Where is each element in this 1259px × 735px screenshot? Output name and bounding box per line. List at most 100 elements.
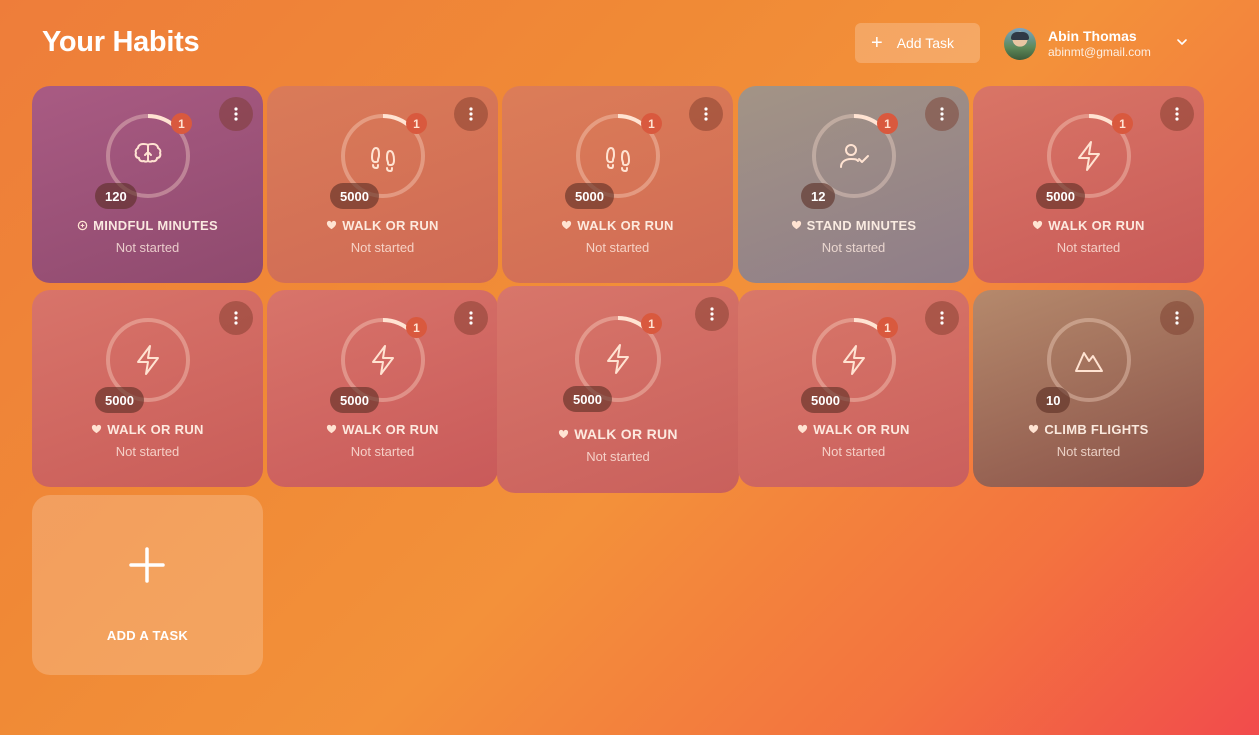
lightning-icon — [843, 345, 865, 375]
footprints-icon — [371, 147, 395, 172]
more-vertical-icon — [469, 311, 473, 325]
more-vertical-icon — [940, 311, 944, 325]
heart-icon — [791, 220, 801, 230]
habit-status: Not started — [821, 444, 886, 459]
habit-title: CLIMB FLIGHTS — [973, 422, 1204, 437]
more-vertical-icon — [940, 107, 944, 121]
habit-card[interactable]: 10 CLIMB FLIGHTS Not started — [973, 290, 1204, 487]
heart-icon — [559, 429, 569, 438]
habit-status: Not started — [585, 240, 650, 255]
habit-menu-button[interactable] — [219, 97, 253, 131]
chevron-down-icon[interactable] — [1174, 34, 1190, 50]
add-task-button[interactable]: + Add Task — [855, 23, 980, 63]
habit-name: CLIMB FLIGHTS — [1044, 422, 1149, 437]
lightning-icon — [1078, 141, 1100, 171]
goal-pill: 120 — [95, 183, 137, 209]
user-check-icon — [840, 144, 869, 168]
habit-title: MINDFUL MINUTES — [32, 218, 263, 233]
goal-pill: 5000 — [1036, 183, 1085, 209]
habit-status: Not started — [586, 449, 650, 464]
habit-name: WALK OR RUN — [342, 422, 439, 437]
lightning-icon — [372, 345, 394, 375]
habit-menu-button[interactable] — [219, 301, 253, 335]
habit-title: WALK OR RUN — [32, 422, 263, 437]
heart-icon — [798, 424, 808, 434]
habit-title: WALK OR RUN — [973, 218, 1204, 233]
plus-icon — [129, 547, 165, 583]
brain-icon — [134, 143, 162, 163]
heart-icon — [1033, 220, 1043, 230]
habit-menu-button[interactable] — [925, 301, 959, 335]
habit-name: WALK OR RUN — [342, 218, 439, 233]
heart-icon — [92, 424, 102, 434]
avatar[interactable] — [1004, 28, 1036, 60]
goal-pill: 5000 — [330, 183, 379, 209]
mountain-icon — [1075, 352, 1103, 372]
page-title: Your Habits — [42, 26, 200, 58]
notification-badge: 1 — [406, 113, 427, 134]
goal-pill: 5000 — [330, 387, 379, 413]
habit-card[interactable]: 1 5000 WALK OR RUN Not started — [502, 86, 733, 283]
habit-card[interactable]: 1 5000 WALK OR RUN Not started — [973, 86, 1204, 283]
habit-status: Not started — [821, 240, 886, 255]
goal-pill: 5000 — [563, 386, 612, 412]
plus-icon: + — [871, 32, 883, 54]
goal-pill: 5000 — [565, 183, 614, 209]
more-vertical-icon — [234, 107, 238, 121]
add-task-card-label: ADD A TASK — [106, 628, 189, 643]
habit-menu-button[interactable] — [1160, 301, 1194, 335]
more-vertical-icon — [1175, 311, 1179, 325]
habit-card[interactable]: 1 5000 WALK OR RUN Not started — [738, 290, 969, 487]
more-vertical-icon — [1175, 107, 1179, 121]
add-task-card[interactable]: ADD A TASK — [32, 495, 263, 675]
habit-title: WALK OR RUN — [267, 218, 498, 233]
habit-name: MINDFUL MINUTES — [93, 218, 218, 233]
goal-pill: 10 — [1036, 387, 1071, 413]
habit-menu-button[interactable] — [925, 97, 959, 131]
habit-title: WALK OR RUN — [497, 426, 739, 442]
goal-pill: 5000 — [801, 387, 850, 413]
heart-icon — [327, 220, 337, 230]
habit-title: STAND MINUTES — [738, 218, 969, 233]
habit-card[interactable]: 1 120 MINDFUL MINUTES Not started — [32, 86, 263, 283]
habit-card[interactable]: 1 12 STAND MINUTES Not started — [738, 86, 969, 283]
add-task-label: Add Task — [896, 35, 955, 51]
habit-name: WALK OR RUN — [107, 422, 204, 437]
habit-name: STAND MINUTES — [806, 218, 917, 233]
habit-menu-button[interactable] — [454, 97, 488, 131]
habit-card[interactable]: 1 5000 WALK OR RUN Not started — [497, 286, 739, 493]
notification-badge: 1 — [171, 113, 192, 134]
notification-badge: 1 — [877, 317, 898, 338]
user-email: abinmt@gmail.com — [1048, 45, 1151, 59]
habit-name: WALK OR RUN — [1048, 218, 1145, 233]
habit-card[interactable]: 1 5000 WALK OR RUN Not started — [267, 290, 498, 487]
notification-badge: 1 — [641, 113, 662, 134]
user-name: Abin Thomas — [1048, 28, 1137, 44]
goal-pill: 5000 — [95, 387, 144, 413]
lightning-icon — [137, 345, 159, 375]
habit-menu-button[interactable] — [1160, 97, 1194, 131]
habit-menu-button[interactable] — [454, 301, 488, 335]
habit-status: Not started — [115, 444, 180, 459]
notification-badge: 1 — [1112, 113, 1133, 134]
user-menu[interactable]: Abin Thomas abinmt@gmail.com — [1004, 26, 1194, 62]
habit-menu-button[interactable] — [689, 97, 723, 131]
habit-name: WALK OR RUN — [813, 422, 910, 437]
habit-card[interactable]: 1 5000 WALK OR RUN Not started — [267, 86, 498, 283]
habit-status: Not started — [115, 240, 180, 255]
habit-menu-button[interactable] — [695, 297, 729, 331]
habit-status: Not started — [350, 444, 415, 459]
habit-name: WALK OR RUN — [574, 426, 678, 442]
more-vertical-icon — [469, 107, 473, 121]
footprints-icon — [606, 147, 630, 172]
habit-status: Not started — [1056, 240, 1121, 255]
habit-card[interactable]: 5000 WALK OR RUN Not started — [32, 290, 263, 487]
heart-icon — [1029, 424, 1039, 434]
habit-title: WALK OR RUN — [738, 422, 969, 437]
notification-badge: 1 — [877, 113, 898, 134]
habit-status: Not started — [350, 240, 415, 255]
more-vertical-icon — [234, 311, 238, 325]
more-vertical-icon — [704, 107, 708, 121]
mindfulness-icon — [77, 220, 88, 231]
notification-badge: 1 — [641, 313, 662, 334]
